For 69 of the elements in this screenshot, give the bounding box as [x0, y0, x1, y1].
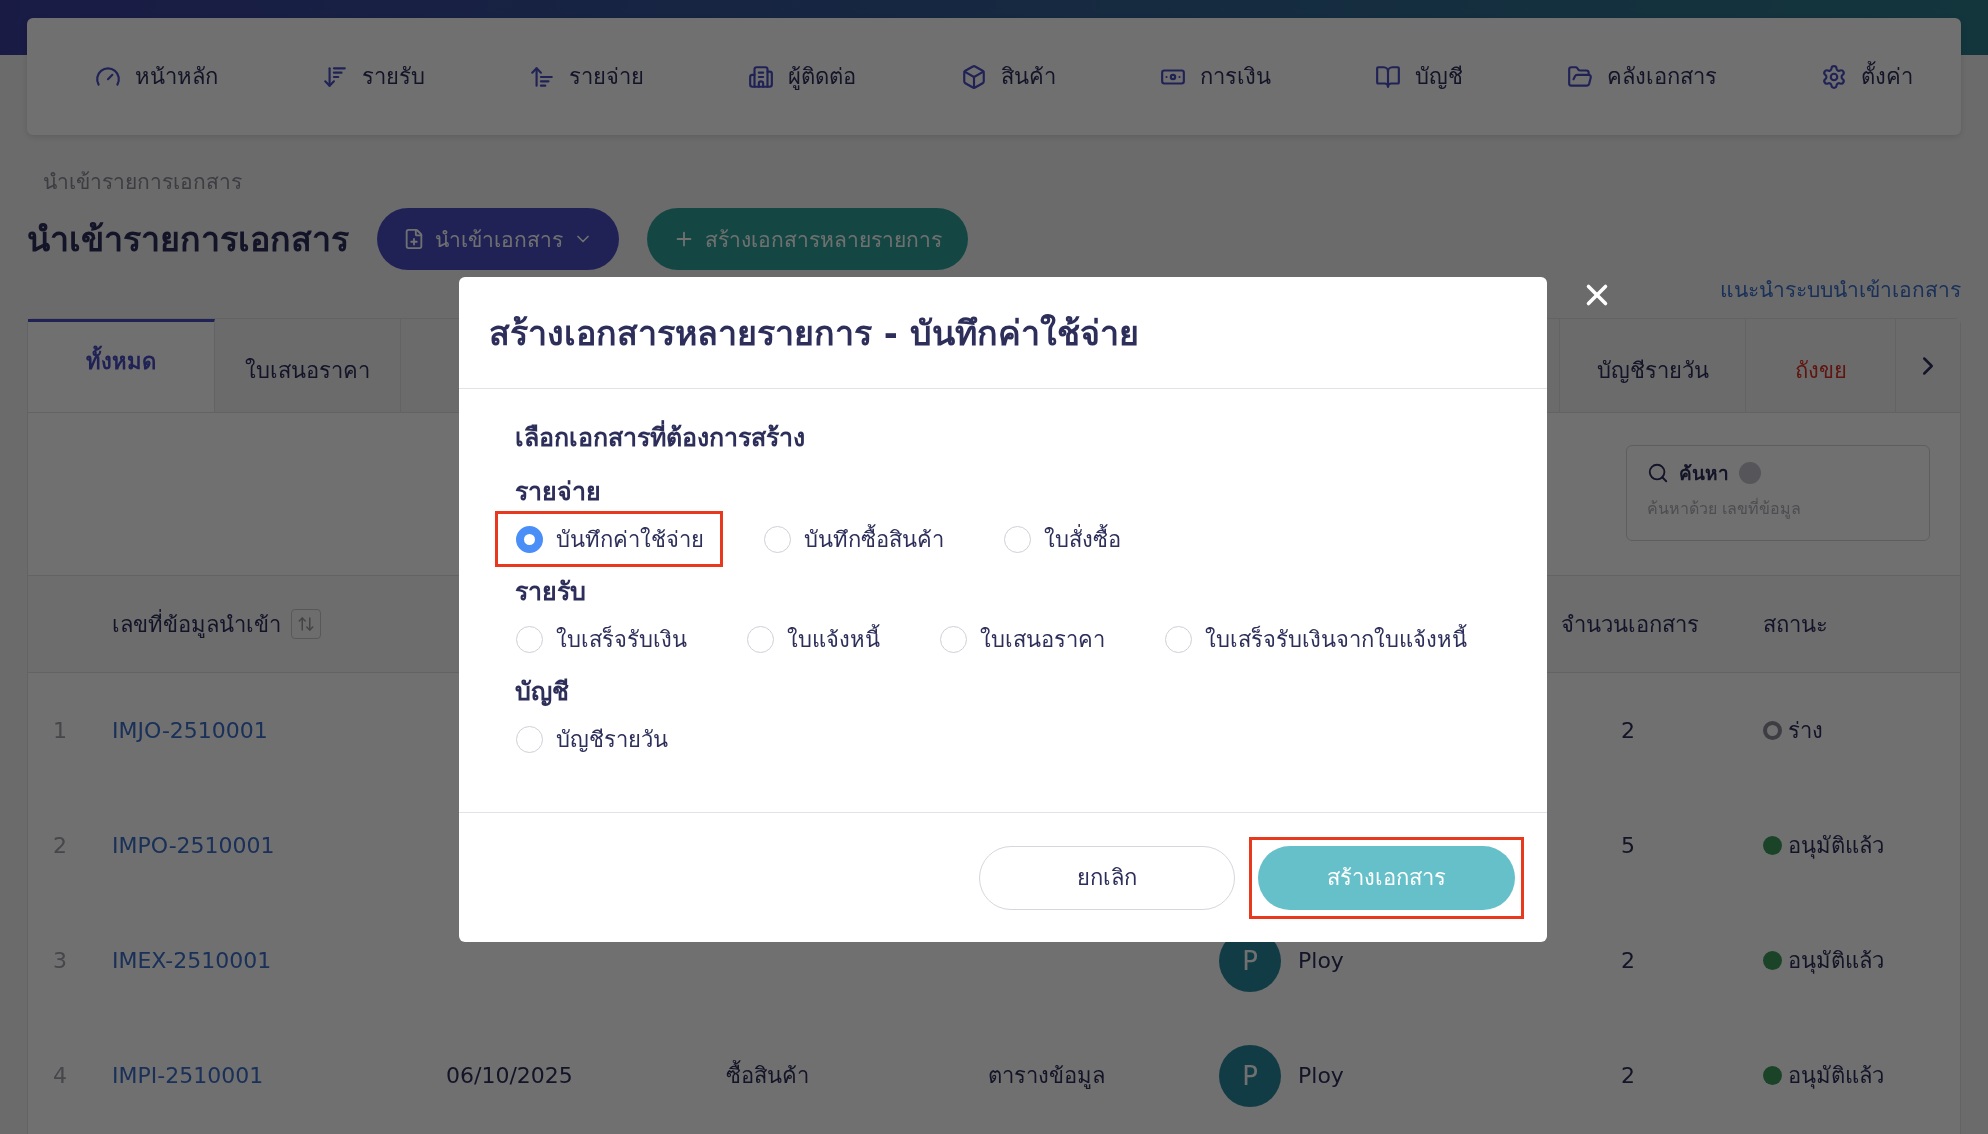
nav-item[interactable]: ผู้ติดต่อ	[748, 59, 857, 94]
count-cell-text: 2	[1620, 948, 1636, 973]
file-plus-icon	[403, 228, 425, 250]
radio-label: ใบเสร็จรับเงิน	[556, 624, 687, 654]
cancel-button[interactable]: ยกเลิก	[979, 845, 1235, 910]
folder-icon	[1566, 63, 1593, 90]
nav-item[interactable]: คลังเอกสาร	[1566, 59, 1717, 94]
radio-option[interactable]: ใบสั่งซื้อ	[983, 511, 1140, 567]
column-header: สถานะ	[1763, 610, 1828, 639]
radio-label: ใบสั่งซื้อ	[1044, 523, 1121, 554]
count-cell-text: 5	[1620, 833, 1636, 858]
radio-option[interactable]: ใบเสร็จรับเงิน	[495, 611, 706, 667]
radio-option[interactable]: บันทึกค่าใช้จ่าย	[495, 511, 723, 567]
radio-label: บันทึกค่าใช้จ่าย	[556, 525, 704, 554]
settings-icon	[1821, 63, 1847, 90]
radio-button[interactable]	[516, 525, 543, 553]
nav-item[interactable]: รายรับ	[322, 59, 426, 94]
radio-label: บันทึกซื้อสินค้า	[804, 523, 944, 554]
radio-option[interactable]: ใบแจ้งหนี้	[726, 611, 899, 667]
nav-item[interactable]: รายจ่าย	[529, 59, 645, 94]
nav-item[interactable]: การเงิน	[1159, 59, 1271, 94]
radio-option[interactable]: ใบเสร็จรับเงินจากใบแจ้งหนี้	[1144, 611, 1486, 667]
nav-item[interactable]: บัญชี	[1374, 59, 1463, 94]
import-id-link[interactable]: IMEX-2510001	[112, 948, 446, 973]
group-label: รายรับ	[515, 576, 587, 608]
radio-option[interactable]: บัญชีรายวัน	[495, 711, 687, 767]
user-name: Ploy	[1298, 1063, 1344, 1088]
dialog-title: สร้างเอกสารหลายรายการ - บันทึกค่าใช้จ่าย	[489, 311, 1139, 355]
search-icon	[1647, 462, 1669, 484]
radio-label: ใบเสนอราคา	[980, 625, 1105, 654]
help-icon[interactable]	[1739, 462, 1761, 484]
import-id-link[interactable]: IMPI-2510001	[112, 1063, 446, 1088]
create-button[interactable]: สร้างเอกสาร	[1258, 845, 1515, 910]
radio-label: ใบเสร็จรับเงินจากใบแจ้งหนี้	[1205, 623, 1467, 654]
type-cell: ซื้อสินค้า	[726, 1058, 988, 1093]
sort-icon[interactable]	[291, 609, 321, 639]
search-label: ค้นหา	[1679, 461, 1729, 486]
status-text: อนุมัติแล้ว	[1788, 832, 1884, 861]
nav-item[interactable]: ตั้งค่า	[1821, 59, 1913, 94]
user-avatar: P	[1219, 1044, 1281, 1107]
group-label: รายจ่าย	[515, 476, 602, 508]
import-id-link[interactable]: IMPO-2510001	[112, 833, 446, 858]
import-button[interactable]: นำเข้าเอกสาร	[377, 208, 619, 270]
nav-item[interactable]: สินค้า	[960, 59, 1056, 94]
book-icon	[1374, 63, 1401, 90]
column-header: เลขที่ข้อมูลนำเข้า	[112, 608, 281, 640]
page-title: นำเข้ารายการเอกสาร	[27, 218, 349, 261]
radio-option[interactable]: บันทึกซื้อสินค้า	[743, 511, 963, 567]
box-icon	[960, 63, 987, 90]
count-cell-text: 2	[1620, 1063, 1636, 1088]
radio-label: ใบแจ้งหนี้	[787, 623, 880, 654]
building-icon	[748, 63, 775, 90]
status-text: อนุมัติแล้ว	[1788, 947, 1884, 976]
source-cell-text: ตารางข้อมูล	[988, 1062, 1106, 1091]
radio-option[interactable]: ใบเสนอราคา	[919, 611, 1124, 667]
user-name: Ploy	[1298, 948, 1344, 973]
date-cell-text: 06/10/2025	[446, 1063, 574, 1088]
guide-link[interactable]: แนะนำระบบนำเข้าเอกสาร	[1720, 273, 1961, 306]
column-header: จำนวนเอกสาร	[1561, 610, 1699, 639]
count-cell-text: 2	[1620, 718, 1636, 743]
create-multiple-button[interactable]: สร้างเอกสารหลายรายการ	[647, 208, 968, 270]
nav-item[interactable]: หน้าหลัก	[95, 59, 218, 94]
dialog-prompt: เลือกเอกสารที่ต้องการสร้าง	[515, 417, 1491, 457]
radio-label: บัญชีรายวัน	[556, 725, 668, 754]
import-id-link[interactable]: IMJO-2510001	[112, 718, 446, 743]
status-text: ร่าง	[1788, 717, 1823, 745]
status-text: อนุมัติแล้ว	[1788, 1062, 1884, 1091]
tab[interactable]: ทั้งหมด	[28, 319, 215, 412]
group-label: บัญชี	[515, 676, 570, 708]
